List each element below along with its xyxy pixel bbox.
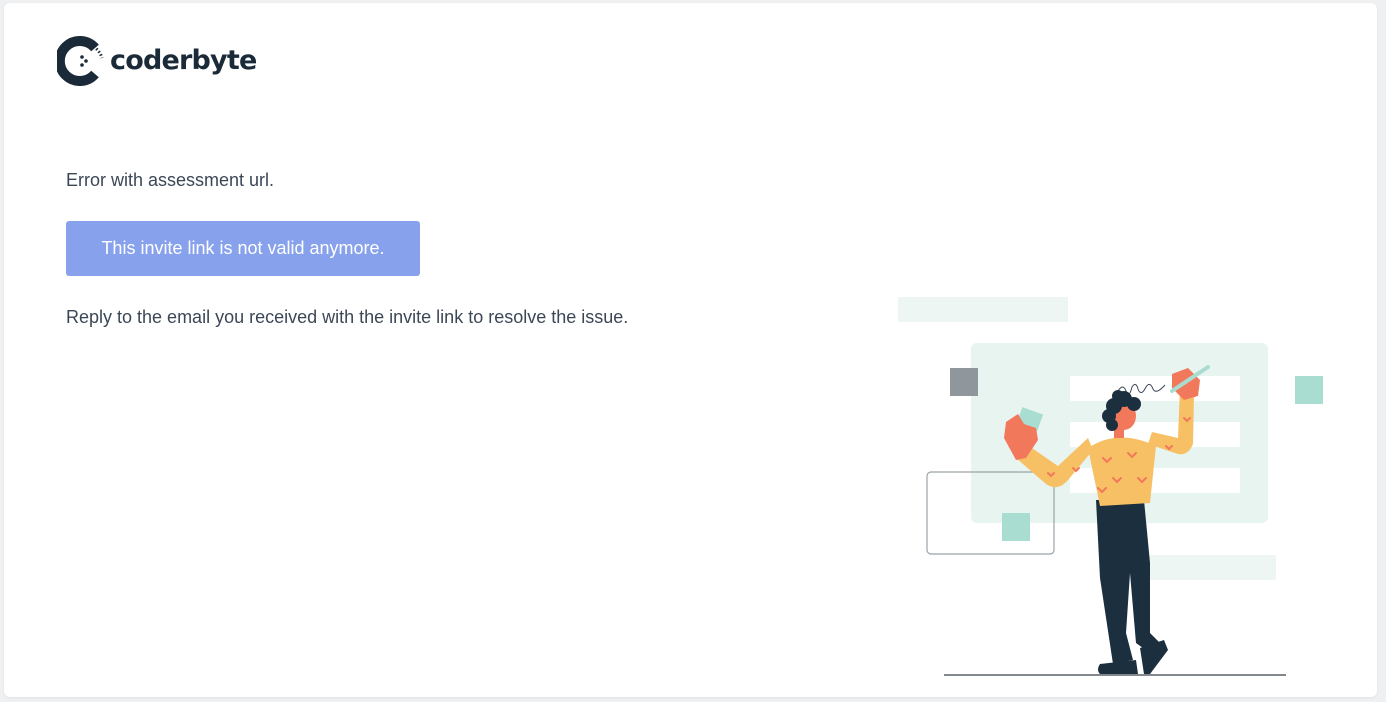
coderbyte-logo[interactable]: coderbyte: [57, 36, 257, 86]
mint-square-right: [1295, 376, 1323, 404]
error-card: coderbyte Error with assessment url. Thi…: [4, 3, 1377, 697]
mint-square-bottom: [1002, 513, 1030, 541]
torso: [1088, 437, 1156, 506]
brand-name: coderbyte: [110, 44, 257, 76]
error-title: Error with assessment url.: [66, 170, 275, 190]
legs: [1096, 500, 1163, 664]
gray-square: [950, 368, 978, 396]
bottom-bar-shape: [1143, 555, 1276, 580]
shoes: [1098, 640, 1168, 674]
reply-instruction: Reply to the email you received with the…: [66, 307, 629, 327]
coderbyte-c-icon: [57, 36, 104, 86]
top-bar-shape: [898, 297, 1068, 322]
person-signing-document-illustration: [898, 297, 1323, 676]
invalid-invite-banner: This invite link is not valid anymore.: [66, 221, 420, 276]
doc-line-1: [1070, 376, 1240, 401]
